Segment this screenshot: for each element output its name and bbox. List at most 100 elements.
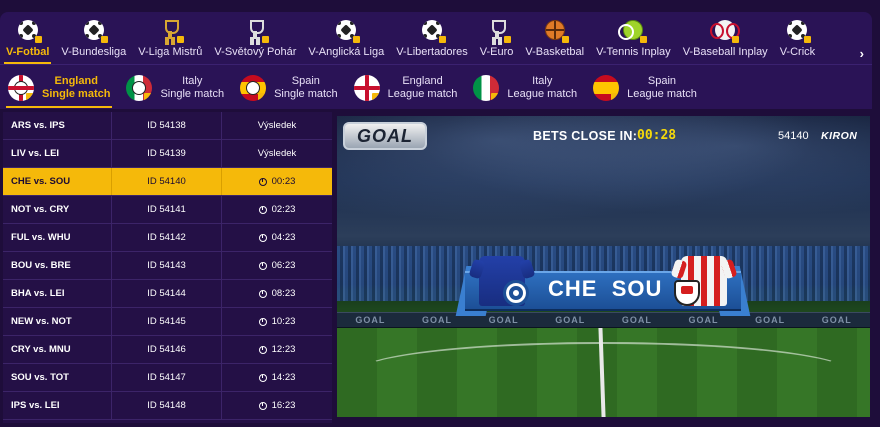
goal-logo: GOAL: [343, 122, 427, 150]
competition-country: England: [54, 74, 98, 87]
sport-tab[interactable]: V-Libertadores: [390, 12, 474, 64]
chevron-right-icon[interactable]: ›: [860, 46, 864, 61]
competition-tab-label: England League match: [388, 75, 458, 101]
trophy-icon: [159, 19, 185, 43]
match-id: ID 54145: [112, 308, 222, 335]
cricket-ball-icon: [786, 19, 812, 43]
match-status-text: Výsledek: [257, 120, 297, 131]
match-row[interactable]: FUL vs. WHU ID 54142 04:23: [3, 224, 332, 252]
competition-country: Spain: [291, 74, 320, 87]
competition-tab[interactable]: Spain League match: [585, 65, 705, 110]
match-video-player[interactable]: GOAL GOAL GOAL GOAL GOAL GOAL GOAL GOAL …: [337, 116, 870, 417]
competition-type: Single match: [274, 87, 338, 100]
match-status: 14:23: [222, 364, 332, 391]
soccer-ball-icon: [421, 19, 446, 43]
clock-icon: [258, 373, 267, 382]
match-teams: CHE vs. SOU: [3, 168, 112, 195]
pitch-advertising-board: GOAL GOAL GOAL GOAL GOAL GOAL GOAL GOAL: [337, 312, 870, 328]
sport-tab[interactable]: V-Basketbal: [519, 12, 590, 64]
trophy-icon: [486, 19, 511, 43]
match-teams: NEW vs. NOT: [3, 308, 112, 335]
match-id: ID 54139: [112, 140, 222, 167]
sport-tab[interactable]: V-Tennis Inplay: [590, 12, 677, 64]
competition-country: Italy: [182, 74, 203, 87]
match-status-text: 12:23: [271, 344, 296, 355]
clock-icon: [258, 233, 267, 242]
bets-countdown: 00:28: [637, 128, 677, 143]
match-row[interactable]: SOU vs. TOT ID 54147 14:23: [3, 364, 332, 392]
match-row[interactable]: CRY vs. MNU ID 54146 12:23: [3, 336, 332, 364]
match-teams: CRY vs. MNU: [3, 336, 112, 363]
match-teams: BHA vs. LEI: [3, 280, 112, 307]
sport-tab[interactable]: V-Baseball Inplay: [677, 12, 774, 64]
hoarding-text: GOAL: [421, 315, 452, 325]
match-status: 04:23: [222, 224, 332, 251]
clock-icon: [258, 261, 267, 270]
competition-tab[interactable]: Italy League match: [465, 65, 585, 110]
competition-tab[interactable]: Italy Single match: [118, 65, 232, 110]
sport-tab[interactable]: V-Liga Mistrů: [132, 12, 208, 64]
hoarding-text: GOAL: [688, 315, 719, 325]
match-id: ID 54142: [112, 224, 222, 251]
match-row[interactable]: ARS vs. IPS ID 54138 Výsledek: [3, 112, 332, 140]
match-row[interactable]: BOU vs. BRE ID 54143 06:23: [3, 252, 332, 280]
match-status-text: 10:23: [271, 316, 296, 327]
sport-tab[interactable]: V-Anglická Liga: [302, 12, 390, 64]
match-teams: LIV vs. LEI: [3, 140, 112, 167]
away-team: SOU: [611, 276, 663, 301]
match-teams: SOU vs. TOT: [3, 364, 112, 391]
match-row[interactable]: NEW vs. NOT ID 54145 10:23: [3, 308, 332, 336]
match-teams: NOT vs. CRY: [3, 196, 112, 223]
provider-logo: KIRON: [821, 130, 858, 142]
competition-tab[interactable]: Spain Single match: [232, 65, 346, 110]
match-row[interactable]: CHE vs. SOU ID 54140 00:23: [3, 168, 332, 196]
competition-type: Single match: [160, 87, 225, 100]
competition-country: Italy: [532, 74, 553, 87]
sport-tab[interactable]: V-Euro: [474, 12, 520, 64]
match-list: ARS vs. IPS ID 54138 Výsledek LIV vs. LEI ID…: [3, 112, 332, 423]
competition-tab-label: Spain League match: [627, 75, 697, 101]
match-id: ID 54143: [112, 252, 222, 279]
clock-icon: [258, 345, 267, 354]
sport-tab-label: V-Tennis Inplay: [596, 46, 671, 58]
match-row[interactable]: NOT vs. CRY ID 54141 02:23: [3, 196, 332, 224]
sport-tab-label: V-Bundesliga: [61, 46, 127, 58]
england-flag-icon: [8, 74, 34, 101]
match-status-text: 04:23: [271, 232, 296, 243]
sport-tab[interactable]: V-Fotbal: [0, 12, 55, 64]
match-row[interactable]: IPS vs. LEI ID 54148 16:23: [3, 392, 332, 420]
match-status-text: 02:23: [271, 204, 296, 215]
clock-icon: [258, 401, 267, 410]
competition-country: Spain: [647, 74, 677, 87]
match-id: ID 54141: [112, 196, 222, 223]
virtual-sports-app: V-Fotbal V-Bundesliga V-Liga Mistrů V-Světo…: [0, 0, 880, 427]
basketball-icon: [544, 19, 569, 43]
spain-flag-icon: [240, 74, 267, 101]
match-id: ID 54146: [112, 336, 222, 363]
sport-tab[interactable]: V-Bundesliga: [55, 12, 132, 64]
sport-tab-label: V-Crick: [779, 46, 816, 58]
clock-icon: [258, 205, 267, 214]
match-status: 06:23: [222, 252, 332, 279]
competition-type: Single match: [42, 87, 111, 100]
sport-tab-label: V-Světový Pohár: [214, 46, 297, 58]
clock-icon: [258, 289, 267, 298]
competition-tab[interactable]: England League match: [346, 65, 466, 110]
competition-type: League match: [387, 87, 458, 100]
sport-tab-label: V-Anglická Liga: [308, 46, 385, 58]
away-crest-icon: [674, 280, 700, 306]
competition-tab[interactable]: England Single match: [0, 65, 118, 110]
sport-tab-label: V-Basketbal: [525, 46, 585, 58]
match-row[interactable]: BHA vs. LEI ID 54144 08:23: [3, 280, 332, 308]
hoarding-text: GOAL: [488, 315, 519, 325]
match-status: 12:23: [222, 336, 332, 363]
match-status: Výsledek: [222, 112, 332, 139]
match-status-text: 08:23: [271, 288, 296, 299]
sport-tab[interactable]: V-Crick: [774, 12, 821, 64]
competition-type: League match: [507, 87, 578, 100]
sport-tab[interactable]: V-Světový Pohár: [208, 12, 302, 64]
match-id: ID 54140: [112, 168, 222, 195]
match-row[interactable]: LIV vs. LEI ID 54139 Výsledek: [3, 140, 332, 168]
match-status: 02:23: [222, 196, 332, 223]
sport-tab-label: V-Euro: [479, 46, 514, 58]
